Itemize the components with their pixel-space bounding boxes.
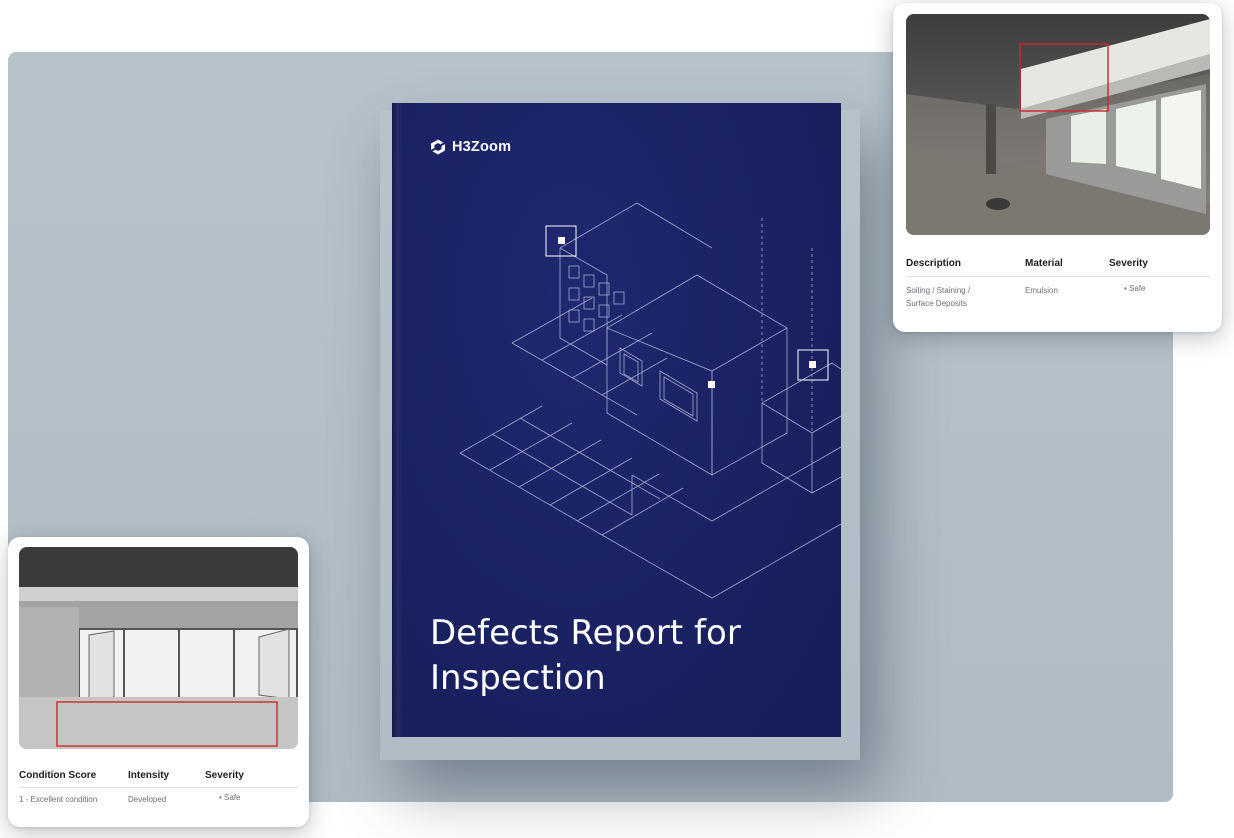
defect-photo-windows <box>19 547 298 749</box>
material-value: Emulsion <box>1025 286 1058 295</box>
windows-photo-illustration <box>19 547 298 749</box>
inspection-card-bottom[interactable]: Condition Score Intensity Severity 1 - E… <box>8 537 309 827</box>
col-header-severity: Severity <box>1109 258 1148 269</box>
header-divider <box>19 787 298 788</box>
description-value-line2: Surface Deposits <box>906 299 967 308</box>
ceiling-photo-illustration <box>906 14 1210 235</box>
col-header-description: Description <box>906 258 962 269</box>
severity-value: • Safe <box>1124 282 1146 295</box>
severity-text: Safe <box>1129 284 1146 293</box>
intensity-value: Developed <box>128 795 167 804</box>
col-header-severity: Severity <box>205 770 244 781</box>
description-value: Soiling / Staining / Surface Deposits <box>906 284 970 310</box>
col-header-material: Material <box>1025 258 1063 269</box>
col-header-condition-score: Condition Score <box>19 770 97 781</box>
header-divider <box>906 276 1210 277</box>
inspection-card-top[interactable]: Description Material Severity Soiling / … <box>893 3 1222 332</box>
severity-value: • Safe <box>219 791 241 804</box>
condition-score-value: 1 - Excellent condition <box>19 795 98 804</box>
description-value-line1: Soiling / Staining / <box>906 286 971 295</box>
col-header-intensity: Intensity <box>128 770 170 781</box>
report-title-line2: Inspection <box>430 658 606 698</box>
severity-text: Safe <box>224 793 241 802</box>
report-title: Defects Report for Inspection <box>430 611 830 701</box>
report-cover: H3Zoom Defects Report for Inspection <box>392 103 841 737</box>
defect-photo-ceiling <box>906 14 1210 235</box>
report-title-line1: Defects Report for <box>430 613 741 653</box>
